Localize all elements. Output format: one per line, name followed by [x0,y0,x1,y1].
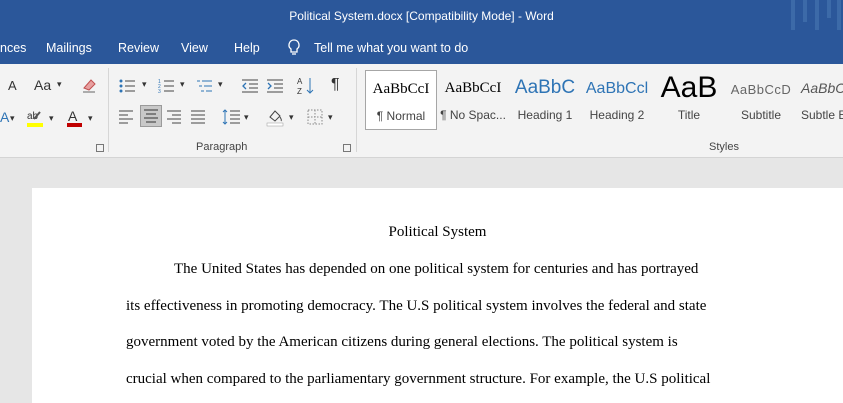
style-title[interactable]: AaB Title [653,70,725,130]
numbering-icon[interactable]: 123 [158,78,174,94]
style-subtitle[interactable]: AaBbCcD Subtitle [725,70,797,130]
lightbulb-icon[interactable] [287,39,301,57]
style-name: Heading 1 [517,108,573,122]
paragraph-group-label: Paragraph [196,141,248,153]
style-name: ¶ Normal [376,109,426,123]
styles-group-label: Styles [709,141,739,153]
highlight-icon[interactable]: ab [26,108,46,128]
chevron-down-icon[interactable]: ▾ [88,113,93,124]
show-paragraph-marks-icon[interactable]: ¶ [331,76,340,94]
chevron-down-icon[interactable]: ▾ [289,112,294,123]
style-heading-1[interactable]: AaBbC Heading 1 [509,70,581,130]
justify-icon[interactable] [191,110,205,124]
tab-view[interactable]: View [181,41,208,55]
style-sample: AaBbCcI [444,80,502,96]
font-dialog-launcher[interactable] [96,144,104,152]
svg-text:A: A [0,109,10,125]
chevron-down-icon[interactable]: ▾ [180,79,185,90]
chevron-down-icon[interactable]: ▾ [244,112,249,123]
group-separator [356,68,357,152]
change-case-button[interactable]: Aa [34,77,51,93]
paragraph-dialog-launcher[interactable] [343,144,351,152]
svg-text:A: A [297,77,303,86]
style-normal[interactable]: AaBbCcI ¶ Normal [365,70,437,130]
tell-me-search[interactable]: Tell me what you want to do [314,41,468,55]
multilevel-list-icon[interactable] [196,78,212,94]
svg-text:3: 3 [158,89,161,94]
document-title[interactable]: Political System [32,224,843,241]
style-name: Heading 2 [589,108,645,122]
style-sample: AaBbCcl [585,80,649,97]
title-bar: Political System.docx [Compatibility Mod… [0,0,843,33]
chevron-down-icon[interactable]: ▾ [328,112,333,123]
document-line[interactable]: crucial when compared to the parliamenta… [126,371,710,388]
tab-help[interactable]: Help [234,41,260,55]
borders-icon[interactable] [307,109,323,125]
chevron-down-icon[interactable]: ▾ [49,113,54,124]
document-line[interactable]: government voted by the American citizen… [126,334,678,351]
line-spacing-icon[interactable] [222,108,240,126]
document-line[interactable]: its effectiveness in promoting democracy… [126,298,706,315]
style-sample: AaBbCcD [730,82,792,97]
document-page[interactable]: Political System The United States has d… [32,188,843,403]
bullets-icon[interactable] [119,78,135,94]
shrink-font-button[interactable]: A [8,78,17,93]
svg-text:Z: Z [297,87,302,96]
decrease-indent-icon[interactable] [241,78,259,94]
tab-mailings[interactable]: Mailings [46,41,92,55]
increase-indent-icon[interactable] [266,78,284,94]
styles-gallery: AaBbCcI ¶ Normal AaBbCcI ¶ No Spac... Aa… [365,70,843,130]
group-separator [108,68,109,152]
svg-text:A: A [68,108,78,124]
style-name: Subtle E [801,108,843,122]
title-decoration [783,0,843,33]
style-name: Title [677,108,701,122]
style-sample: AaBbCcI [372,81,430,97]
tab-review[interactable]: Review [118,41,159,55]
ribbon: A Aa ▾ A ▾ ab ▾ A ▾ ▾ 123 ▾ ▾ AZ ¶ ▾ ▾ ▾… [0,64,843,158]
sort-icon[interactable]: AZ [297,76,315,96]
ribbon-tabs: nces Mailings Review View Help Tell me w… [0,33,843,64]
font-color-icon[interactable]: A [66,108,84,128]
style-subtle-emphasis[interactable]: AaBbCcD Subtle E [797,70,843,130]
chevron-down-icon[interactable]: ▾ [142,79,147,90]
style-name: ¶ No Spac... [440,108,506,122]
window-title: Political System.docx [Compatibility Mod… [289,9,554,23]
style-no-spacing[interactable]: AaBbCcI ¶ No Spac... [437,70,509,130]
style-name: Subtitle [740,108,782,122]
chevron-down-icon[interactable]: ▾ [10,113,15,124]
style-sample: AaBbCcD [801,80,843,96]
clear-formatting-icon[interactable] [80,76,98,94]
style-heading-2[interactable]: AaBbCcl Heading 2 [581,70,653,130]
style-sample: AaB [660,71,718,104]
tab-references[interactable]: nces [0,41,26,55]
text-effects-icon[interactable]: A [0,109,10,125]
chevron-down-icon[interactable]: ▾ [57,79,62,90]
align-left-icon[interactable] [119,110,133,124]
shading-icon[interactable] [266,107,284,127]
document-line[interactable]: The United States has depended on one po… [174,261,698,278]
style-sample: AaBbC [514,77,576,98]
align-right-icon[interactable] [167,110,181,124]
align-center-button[interactable] [140,105,162,127]
chevron-down-icon[interactable]: ▾ [218,79,223,90]
